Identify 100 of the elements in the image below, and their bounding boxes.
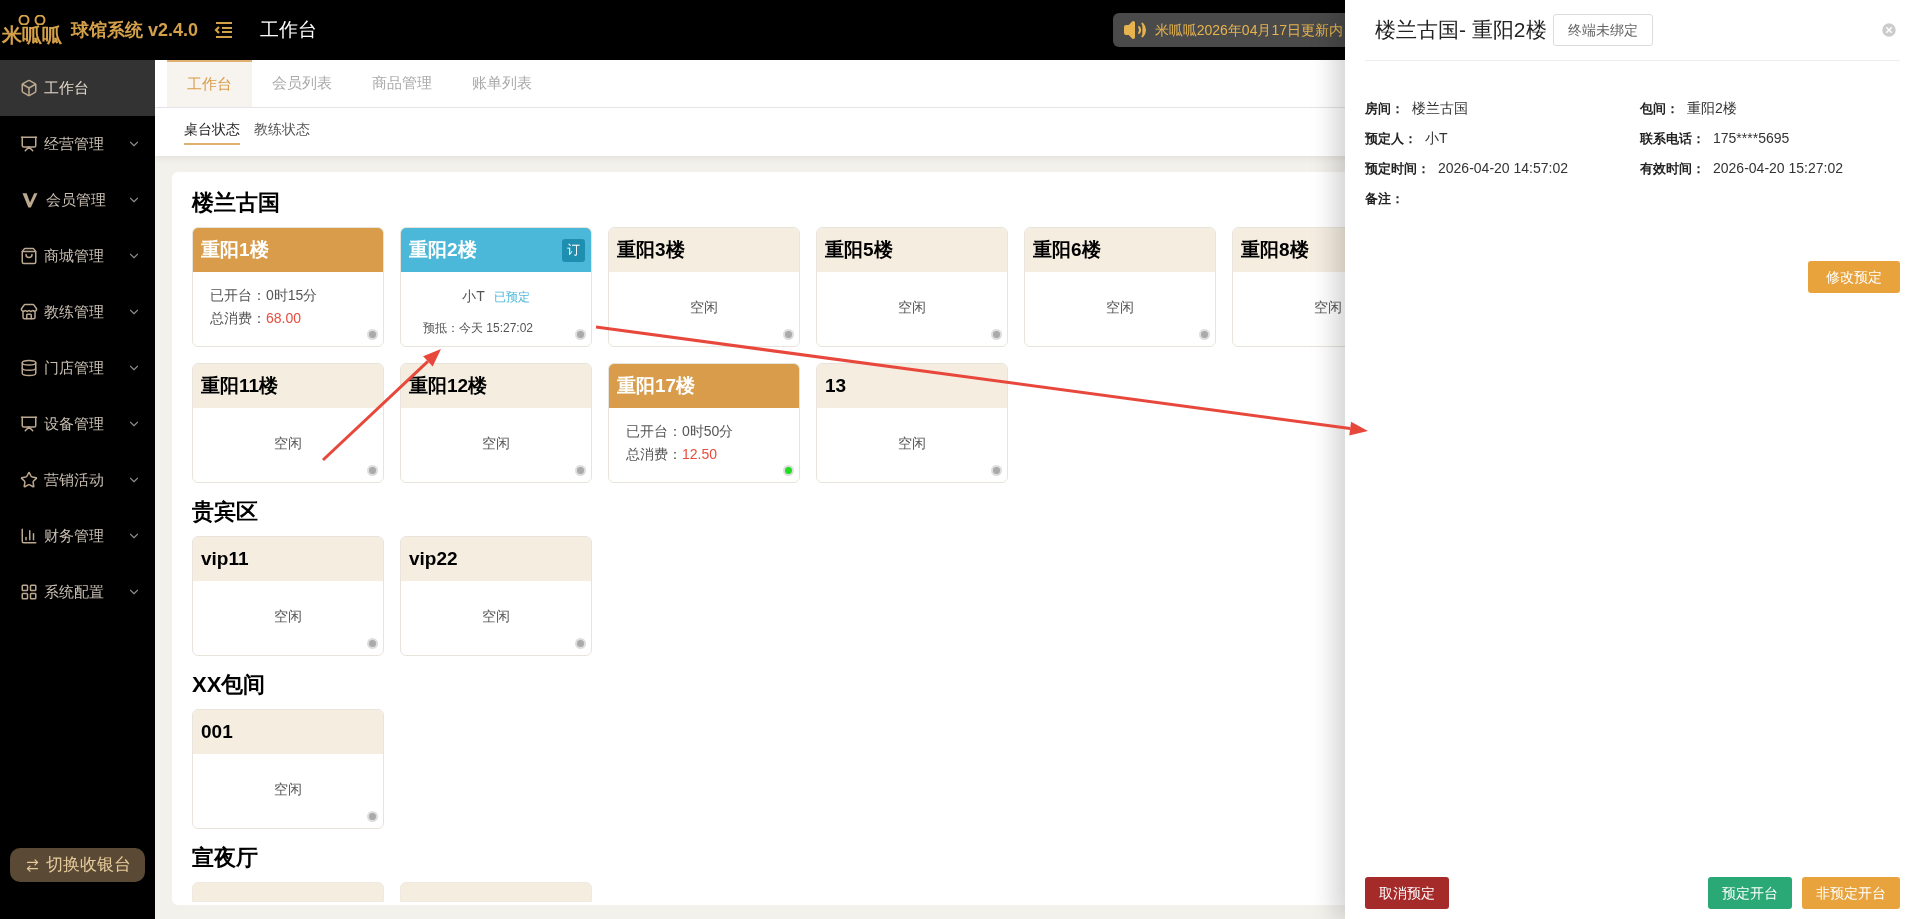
status-text: 空闲 [482, 433, 510, 453]
table-card[interactable]: 重阳5楼 空闲 [816, 227, 1008, 347]
info-label: 总消费： [626, 445, 682, 464]
info-label: 已开台： [210, 286, 266, 305]
sidebar-item[interactable]: 工作台 [0, 60, 155, 116]
table-name: 重阳3楼 [617, 237, 685, 262]
field-value: 175****5695 [1713, 129, 1790, 148]
notice-bar[interactable]: 米呱呱2026年04月17日更新内 [1112, 13, 1345, 47]
table-name: 重阳8楼 [1241, 237, 1309, 262]
sidebar-item[interactable]: 设备管理 [0, 396, 155, 452]
table-card[interactable]: 重阳3楼 空闲 [608, 227, 800, 347]
status-text: 空闲 [274, 433, 302, 453]
table-card[interactable]: 重阳1楼 已开台：0时15分 总消费：68.00 [192, 227, 384, 347]
reserved-badge: 订 [562, 238, 585, 262]
star-icon [20, 471, 38, 489]
field-value: 小T [1425, 129, 1448, 148]
switch-cashier-button[interactable]: 切换收银台 [10, 848, 145, 882]
status-text: 空闲 [1314, 297, 1342, 317]
table-card[interactable]: vip11 空闲 [192, 536, 384, 656]
table-card[interactable]: 重阳11楼 空闲 [192, 363, 384, 483]
sidebar-label: 门店管理 [44, 357, 104, 378]
drawer-title: 楼兰古国- 重阳2楼 [1375, 17, 1547, 44]
table-card[interactable] [192, 882, 384, 902]
table-card[interactable]: 重阳2楼 订 小T 已预定 预抵：今天 15:27:02 [400, 227, 592, 347]
box-icon [20, 79, 38, 97]
status-text: 空闲 [274, 606, 302, 626]
info-label: 已开台： [626, 422, 682, 441]
speaker-icon [1122, 18, 1147, 42]
guest-name: 小T [462, 287, 485, 306]
action-button[interactable]: 取消预定 [1365, 877, 1449, 909]
logo-text: 米呱呱 [2, 25, 62, 45]
status-text: 空闲 [898, 297, 926, 317]
table-card[interactable]: 重阳6楼 空闲 [1024, 227, 1216, 347]
info-label: 总消费： [210, 309, 266, 328]
status-text: 空闲 [274, 779, 302, 799]
notice-text: 米呱呱2026年04月17日更新内 [1154, 20, 1343, 40]
bar-chart-icon [20, 527, 38, 545]
field-label: 联系电话： [1640, 129, 1705, 148]
table-name: 重阳11楼 [201, 373, 279, 398]
status-text: 已预定 [493, 289, 530, 306]
table-card[interactable]: 重阳12楼 空闲 [400, 363, 592, 483]
sidebar-label: 经营管理 [44, 133, 104, 154]
close-icon[interactable] [1880, 21, 1898, 39]
sidebar-item[interactable]: 财务管理 [0, 508, 155, 564]
status-text: 空闲 [1106, 297, 1134, 317]
table-name: 重阳5楼 [825, 237, 893, 262]
table-card[interactable]: vip22 空闲 [400, 536, 592, 656]
page-title: 工作台 [260, 17, 318, 42]
coins-icon [20, 359, 38, 377]
info-value: 12.50 [682, 445, 718, 464]
field-value: 重阳2楼 [1687, 99, 1737, 118]
sidebar-label: 会员管理 [46, 189, 106, 210]
field-value: 楼兰古国 [1412, 99, 1468, 118]
field-label: 预定人： [1365, 129, 1417, 148]
sidebar-item[interactable]: 门店管理 [0, 340, 155, 396]
sidebar-item[interactable]: 经营管理 [0, 116, 155, 172]
table-name: 重阳17楼 [617, 373, 696, 398]
table-card[interactable]: 001 空闲 [192, 709, 384, 829]
chart-board-icon [20, 415, 38, 433]
table-name: vip11 [201, 546, 249, 571]
status-text: 空闲 [898, 433, 926, 453]
sidebar-label: 系统配置 [44, 581, 104, 602]
section-title: 宣夜厅 [192, 844, 258, 872]
sidebar-item[interactable]: 商城管理 [0, 228, 155, 284]
swap-icon [24, 857, 40, 873]
chart-board-icon [20, 135, 38, 153]
section-title: 贵宾区 [192, 498, 258, 526]
table-name: 001 [201, 719, 233, 744]
field-label: 房间： [1365, 99, 1404, 118]
bag-icon [20, 247, 38, 265]
v-letter-icon [20, 190, 40, 210]
table-card[interactable]: 13 空闲 [816, 363, 1008, 483]
sub-tab[interactable]: 桌台状态 [184, 119, 240, 145]
arrival-time: 预抵：今天 15:27:02 [423, 320, 534, 337]
table-name: vip22 [409, 546, 458, 571]
table-name: 重阳12楼 [409, 373, 488, 398]
terminal-status-button[interactable]: 终端未绑定 [1552, 14, 1653, 46]
sub-tab[interactable]: 教练状态 [254, 119, 310, 145]
app-name: 球馆系统 v2.4.0 [71, 18, 199, 42]
status-text: 空闲 [482, 606, 510, 626]
sidebar-item[interactable]: 系统配置 [0, 564, 155, 620]
store-icon [20, 303, 38, 321]
sidebar-item[interactable]: 教练管理 [0, 284, 155, 340]
sidebar-label: 教练管理 [44, 301, 104, 322]
table-card[interactable]: 重阳17楼 已开台：0时50分 总消费：12.50 [608, 363, 800, 483]
field-label: 包间： [1640, 99, 1679, 118]
table-card[interactable] [400, 882, 592, 902]
field-label: 预定时间： [1365, 159, 1430, 178]
sidebar-label: 商城管理 [44, 245, 104, 266]
grid-icon [20, 583, 38, 601]
info-value: 0时15分 [266, 286, 318, 305]
section-title: 楼兰古国 [192, 189, 280, 217]
status-text: 空闲 [690, 297, 718, 317]
collapse-menu-icon[interactable] [214, 21, 235, 39]
sidebar-item[interactable]: 营销活动 [0, 452, 155, 508]
sidebar-item[interactable]: 会员管理 [0, 172, 155, 228]
table-name: 重阳6楼 [1033, 237, 1101, 262]
info-value: 0时50分 [682, 422, 734, 441]
info-value: 68.00 [266, 309, 302, 328]
field-value: 2026-04-20 14:57:02 [1438, 159, 1568, 178]
